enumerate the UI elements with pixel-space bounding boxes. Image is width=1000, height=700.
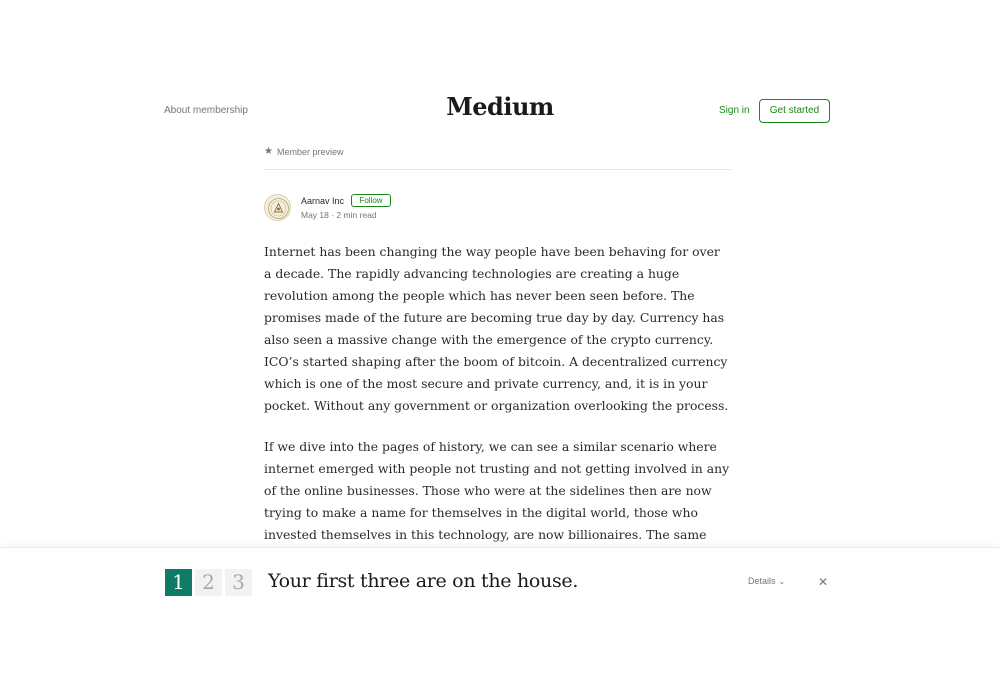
count-1: 1 (165, 569, 192, 596)
post-meta: May 18 · 2 min read (301, 210, 377, 220)
get-started-button[interactable]: Get started (759, 99, 830, 123)
avatar-logo-icon (268, 198, 289, 219)
member-preview-text: Member preview (276, 147, 344, 157)
free-article-counter: 1 2 3 (165, 569, 252, 596)
close-icon[interactable]: ✕ (815, 574, 831, 590)
top-navigation: About membership Medium Sign in Get star… (0, 0, 1000, 170)
sign-in-link[interactable]: Sign in (719, 105, 750, 116)
details-label: Details (748, 576, 776, 586)
article-paragraph: Internet has been changing the way peopl… (264, 244, 729, 413)
details-button[interactable]: Details ⌄ (748, 576, 785, 586)
count-2: 2 (195, 569, 222, 596)
follow-button[interactable]: Follow (351, 194, 391, 207)
author-info: Aarnav Inc Follow May 18 · 2 min read (264, 194, 731, 224)
article-body: Internet has been changing the way peopl… (264, 241, 731, 587)
avatar[interactable] (264, 194, 291, 221)
paywall-title: Your first three are on the house. (268, 570, 579, 592)
chevron-down-icon: ⌄ (778, 576, 786, 586)
medium-logo[interactable]: Medium (0, 92, 1000, 121)
author-name[interactable]: Aarnav Inc (301, 196, 344, 206)
member-preview-label: ★ Member preview (264, 146, 344, 158)
divider (264, 169, 731, 170)
count-3: 3 (225, 569, 252, 596)
star-icon: ★ (264, 146, 273, 157)
paywall-banner: 1 2 3 Your first three are on the house.… (0, 547, 1000, 700)
